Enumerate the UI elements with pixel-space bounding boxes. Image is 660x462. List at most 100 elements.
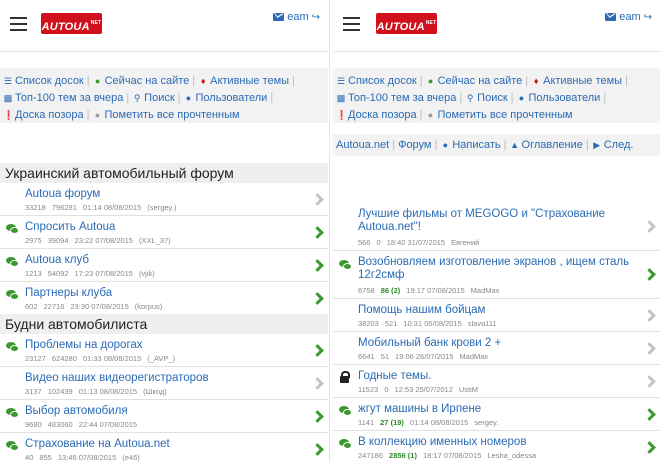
chevron-right-icon[interactable]: [311, 193, 324, 206]
topic-title[interactable]: Лучшие фильмы от MEGOGO и "Страхование A…: [358, 208, 638, 234]
caret-up-icon: ▲: [510, 140, 519, 150]
nav-mark-read[interactable]: Пометить все прочтенным: [438, 109, 573, 121]
topic-title[interactable]: Годные темы.: [358, 370, 638, 383]
nav-shame[interactable]: Доска позора: [15, 109, 84, 121]
topic-title[interactable]: Возобновляем изготовление экранов , ищем…: [358, 256, 638, 282]
caret-right-icon: ▶: [593, 140, 601, 150]
new-posts-icon: [6, 441, 19, 451]
top-header: AUTOUANET eam ↪: [0, 0, 328, 52]
topic-row[interactable]: Лучшие фильмы от MEGOGO и "Страхование A…: [333, 204, 660, 251]
autoua-logo[interactable]: AUTOUANET: [376, 13, 437, 34]
nav-search[interactable]: Поиск: [144, 92, 174, 104]
lock-icon: [340, 371, 350, 384]
new-posts-icon: [339, 406, 352, 416]
forum-row[interactable]: Autoua клуб 1213 54092 17:23 07/08/2015 (vj…: [0, 250, 328, 282]
topic-title[interactable]: жгут машины в Ирпене: [358, 403, 638, 416]
nav-users[interactable]: Пользователи: [196, 92, 268, 104]
topic-row[interactable]: Помощь нашим бойцам 38203 521 10:31 06/08/…: [333, 300, 660, 332]
chevron-right-icon[interactable]: [311, 377, 324, 390]
username[interactable]: eam: [619, 11, 640, 23]
warning-icon: ❗: [336, 110, 348, 120]
users-group-icon: ●: [427, 76, 434, 86]
crumb-site[interactable]: Autoua.net: [336, 139, 389, 151]
users-icon: ●: [518, 93, 525, 103]
forum-row[interactable]: Видео наших видеорегистраторов 3137 10243…: [0, 368, 328, 400]
nav-search[interactable]: Поиск: [477, 92, 507, 104]
chevron-right-icon[interactable]: [311, 443, 324, 456]
forum-meta: 3137 102439 01:13 08/08/2015 (Шкод): [25, 387, 167, 396]
bar-chart-icon: ▩: [336, 93, 346, 103]
nav-top100[interactable]: Топ-100 тем за вчера: [15, 92, 123, 104]
forum-row[interactable]: Страхование на Autoua.net 40 855 13:46 07/…: [0, 434, 328, 462]
fire-icon: ♦: [533, 76, 539, 86]
chevron-right-icon[interactable]: [643, 342, 656, 355]
forum-title[interactable]: Проблемы на дорогах: [25, 339, 306, 352]
forum-title[interactable]: Видео наших видеорегистраторов: [25, 372, 306, 385]
forum-meta: 9680 483060 22:44 07/08/2015: [25, 420, 138, 429]
nav-active[interactable]: Активные темы: [210, 75, 289, 87]
topic-meta: 38203 521 10:31 06/08/2015 slava111: [358, 319, 497, 328]
autoua-logo[interactable]: AUTOUANET: [41, 13, 102, 34]
forum-meta: 33218 796281 01:14 08/08/2015 (sergey.): [25, 203, 177, 212]
chevron-right-icon[interactable]: [643, 375, 656, 388]
username[interactable]: eam: [287, 11, 308, 23]
chevron-right-icon[interactable]: [311, 292, 324, 305]
mail-icon[interactable]: [273, 13, 285, 21]
menu-icon[interactable]: [10, 17, 27, 31]
chat-icon: ●: [427, 110, 434, 120]
chevron-right-icon[interactable]: [643, 268, 656, 281]
nav-top100[interactable]: Топ-100 тем за вчера: [348, 92, 456, 104]
forum-title[interactable]: Страхование на Autoua.net: [25, 438, 306, 451]
forum-title[interactable]: Партнеры клуба: [25, 287, 306, 300]
forum-title[interactable]: Спросить Autoua: [25, 221, 306, 234]
topic-title[interactable]: Мобильный банк крови 2 +: [358, 337, 638, 350]
topic-title[interactable]: В коллекцию именных номеров: [358, 436, 638, 449]
nav-list-forums[interactable]: Список досок: [348, 75, 417, 87]
nav-list-forums[interactable]: Список досок: [15, 75, 84, 87]
top-header: AUTOUANET eam ↪: [333, 0, 660, 52]
topic-row[interactable]: Возобновляем изготовление экранов , ищем…: [333, 252, 660, 299]
topic-row[interactable]: Годные темы. 11523 0 12:53 25/07/2012 UstiM: [333, 366, 660, 398]
nav-active[interactable]: Активные темы: [543, 75, 622, 87]
topic-meta: 247186 2856 (1) 18:17 07/08/2015 Lesha_odes…: [358, 451, 537, 460]
forum-row[interactable]: Партнеры клуба 602 22716 23:30 07/08/2015(…: [0, 283, 328, 315]
nav-links: ☰ Список досок | ● Сейчас на сайте | ♦ Активные…: [333, 68, 660, 123]
forum-row[interactable]: Autoua форум 33218 796281 01:14 08/08/2015…: [0, 184, 328, 216]
nav-online[interactable]: Сейчас на сайте: [438, 75, 523, 87]
forum-title[interactable]: Выбор автомобиля: [25, 405, 306, 418]
chevron-right-icon[interactable]: [643, 220, 656, 233]
forum-row[interactable]: Выбор автомобиля 9680 483060 22:44 07/08/2…: [0, 401, 328, 433]
chevron-right-icon[interactable]: [311, 226, 324, 239]
user-menu[interactable]: eam ↪: [605, 11, 652, 23]
new-posts-icon: [339, 439, 352, 449]
logout-icon[interactable]: ↪: [644, 12, 652, 23]
topic-row[interactable]: В коллекцию именных номеров 247186 2856 (…: [333, 432, 660, 462]
chevron-right-icon[interactable]: [311, 410, 324, 423]
chevron-right-icon[interactable]: [643, 309, 656, 322]
topic-title[interactable]: Помощь нашим бойцам: [358, 304, 638, 317]
contents-link[interactable]: Оглавление: [522, 139, 583, 151]
next-page-link[interactable]: След.: [604, 139, 634, 151]
chevron-right-icon[interactable]: [643, 408, 656, 421]
chevron-right-icon[interactable]: [643, 441, 656, 454]
chevron-right-icon[interactable]: [311, 259, 324, 272]
topic-row[interactable]: жгут машины в Ирпене 1141 27 (19) 01:14 08…: [333, 399, 660, 431]
crumb-forum[interactable]: Форум: [398, 139, 431, 151]
write-button[interactable]: Написать: [452, 139, 500, 151]
chevron-right-icon[interactable]: [311, 344, 324, 357]
mail-icon[interactable]: [605, 13, 617, 21]
nav-shame[interactable]: Доска позора: [348, 109, 417, 121]
nav-users[interactable]: Пользователи: [529, 92, 601, 104]
forum-title[interactable]: Autoua форум: [25, 188, 306, 201]
nav-mark-read[interactable]: Пометить все прочтенным: [105, 109, 240, 121]
logout-icon[interactable]: ↪: [312, 12, 320, 23]
new-posts-icon: [6, 257, 19, 267]
topic-row[interactable]: Мобильный банк крови 2 + 6641 51 19:06 26/…: [333, 333, 660, 365]
new-posts-icon: [6, 290, 19, 300]
forum-row[interactable]: Спросить Autoua 2975 39094 23:22 07/08/201…: [0, 217, 328, 249]
menu-icon[interactable]: [343, 17, 360, 31]
forum-title[interactable]: Autoua клуб: [25, 254, 306, 267]
forum-row[interactable]: Проблемы на дорогах 23127 624280 01:33 08/…: [0, 335, 328, 367]
nav-online[interactable]: Сейчас на сайте: [105, 75, 190, 87]
user-menu[interactable]: eam ↪: [273, 11, 320, 23]
